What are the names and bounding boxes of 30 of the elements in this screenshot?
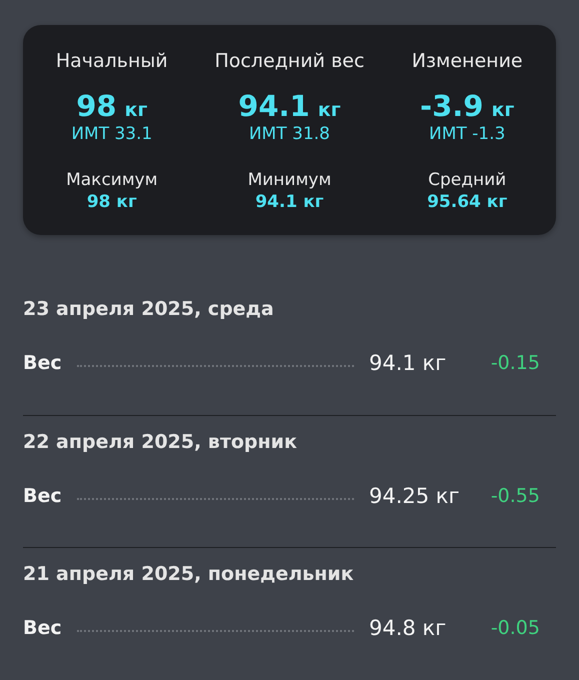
weight-change: -0.05 (490, 617, 540, 639)
stat-unit: кг (318, 99, 341, 121)
entry-date: 21 апреля 2025, понедельник (23, 562, 355, 586)
weight-label: Вес (23, 617, 63, 639)
entry-date: 23 апреля 2025, среда (23, 297, 275, 321)
stat-value: 94.1 (238, 89, 310, 123)
stat-label: Изменение (412, 49, 523, 73)
stat-unit: кг (124, 99, 148, 121)
stat-value: 95.64 кг (427, 191, 508, 213)
weight-change: -0.55 (490, 485, 540, 507)
stat-unit: кг (491, 99, 514, 121)
bmi-value: ИМТ 31.8 (248, 123, 330, 145)
stat-value: 98 (76, 89, 117, 123)
stat-label: Максимум (66, 169, 158, 191)
stat-label: Средний (428, 169, 506, 191)
weight-value: 94.1 кг (369, 351, 448, 375)
stat-label: Последний вес (214, 49, 364, 73)
stat-value: -3.9 (420, 89, 484, 123)
stat-value: 94.1 кг (255, 191, 324, 213)
weight-change: -0.15 (490, 352, 540, 374)
weight-value: 94.25 кг (369, 484, 461, 508)
stat-value: 98 кг (86, 191, 137, 213)
bmi-value: ИМТ -1.3 (428, 123, 506, 145)
weight-label: Вес (23, 352, 63, 374)
stat-label: Начальный (56, 49, 168, 73)
bmi-value: ИМТ 33.1 (71, 123, 152, 145)
weight-value: 94.8 кг (369, 616, 448, 640)
entry-date: 22 апреля 2025, вторник (23, 430, 298, 454)
weight-label: Вес (23, 485, 63, 507)
stat-label: Минимум (248, 169, 332, 191)
